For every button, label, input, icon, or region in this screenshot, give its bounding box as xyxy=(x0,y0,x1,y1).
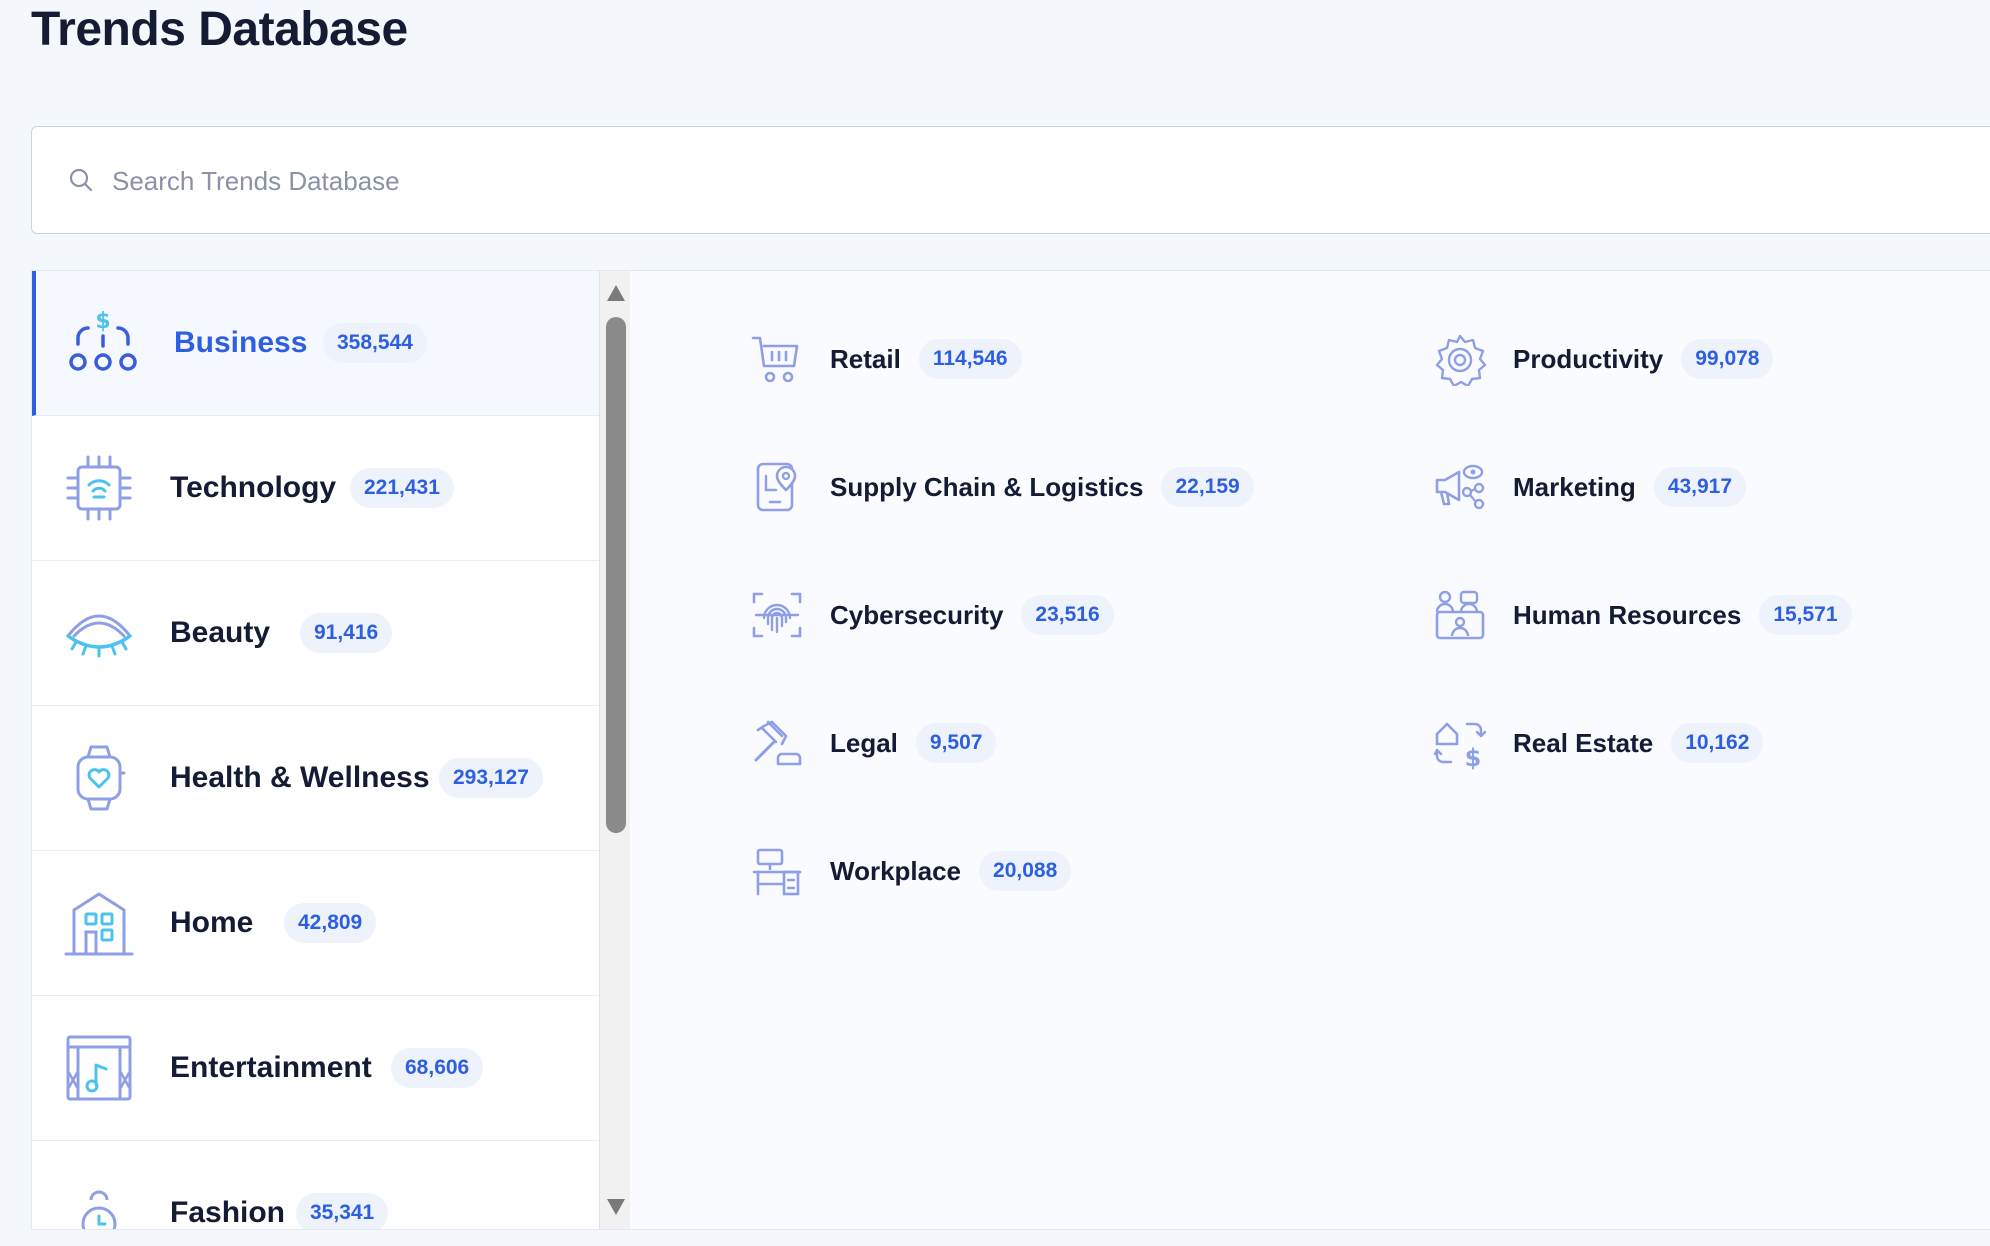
trends-panel: $ Business 358,544 Technology 221,431 Be… xyxy=(31,270,1990,1230)
subcategory-item-productivity[interactable]: Productivity 99,078 xyxy=(1433,329,1774,389)
house-dollar-icon: $ xyxy=(1433,722,1487,770)
subcategory-count-badge: 99,078 xyxy=(1681,339,1774,379)
category-list: $ Business 358,544 Technology 221,431 Be… xyxy=(32,271,599,1229)
subcategory-label: Retail xyxy=(830,343,901,374)
business-icon: $ xyxy=(69,309,137,371)
subcategory-item-legal[interactable]: Legal 9,507 xyxy=(750,713,997,773)
subcategory-label: Legal xyxy=(830,727,898,758)
category-item-technology[interactable]: Technology 221,431 xyxy=(32,416,599,561)
subcategory-item-retail[interactable]: Retail 114,546 xyxy=(750,329,1022,389)
fingerprint-icon xyxy=(752,592,802,638)
smartwatch-heart-icon xyxy=(76,745,126,811)
subcategory-label: Marketing xyxy=(1513,471,1636,502)
search-bar[interactable] xyxy=(31,126,1990,234)
scroll-down-arrow-icon[interactable] xyxy=(607,1199,625,1215)
search-input[interactable] xyxy=(112,155,1012,207)
category-count-badge: 68,606 xyxy=(391,1048,484,1088)
eyelash-icon xyxy=(66,614,132,658)
subcategory-label: Productivity xyxy=(1513,343,1664,374)
gear-icon xyxy=(1435,334,1487,386)
svg-text:$: $ xyxy=(1465,744,1482,770)
people-icon xyxy=(1435,590,1485,640)
subcategory-item-supply-chain-logistics[interactable]: Supply Chain & Logistics 22,159 xyxy=(750,457,1254,517)
category-item-fashion[interactable]: Fashion 35,341 xyxy=(32,1141,599,1229)
stage-music-icon xyxy=(66,1035,132,1101)
handbag-icon xyxy=(81,1190,117,1229)
subcategory-label: Real Estate xyxy=(1513,727,1654,758)
subcategory-count-badge: 43,917 xyxy=(1653,467,1747,507)
subcategory-count-badge: 114,546 xyxy=(918,339,1022,379)
subcategory-grid: Retail 114,546 Productivity 99,078 Suppl… xyxy=(630,271,1990,1229)
subcategory-item-human-resources[interactable]: Human Resources 15,571 xyxy=(1433,585,1852,645)
subcategory-count-badge: 22,159 xyxy=(1161,467,1254,507)
category-item-beauty[interactable]: Beauty 91,416 xyxy=(32,561,599,706)
category-item-entertainment[interactable]: Entertainment 68,606 xyxy=(32,996,599,1141)
scroll-up-arrow-icon[interactable] xyxy=(607,285,625,301)
category-item-business[interactable]: $ Business 358,544 xyxy=(32,271,599,416)
subcategory-item-cybersecurity[interactable]: Cybersecurity 23,516 xyxy=(750,585,1114,645)
category-count-badge: 35,341 xyxy=(296,1193,389,1229)
page-title: Trends Database xyxy=(31,3,408,56)
search-icon xyxy=(69,168,93,192)
subcategory-item-workplace[interactable]: Workplace 20,088 xyxy=(750,841,1072,901)
category-item-home[interactable]: Home 42,809 xyxy=(32,851,599,996)
chip-icon xyxy=(66,455,132,521)
subcategory-item-real-estate[interactable]: $ Real Estate 10,162 xyxy=(1433,713,1764,773)
category-scrollbar[interactable] xyxy=(599,271,630,1229)
category-label: Beauty xyxy=(170,616,271,649)
category-label: Fashion xyxy=(170,1196,286,1229)
subcategory-item-marketing[interactable]: Marketing 43,917 xyxy=(1433,457,1747,517)
category-label: Business xyxy=(174,326,308,359)
subcategory-label: Workplace xyxy=(830,855,962,886)
subcategory-count-badge: 10,162 xyxy=(1671,723,1764,763)
megaphone-icon xyxy=(1435,464,1485,510)
category-count-badge: 42,809 xyxy=(284,903,377,943)
subcategory-count-badge: 20,088 xyxy=(979,851,1072,891)
subcategory-label: Supply Chain & Logistics xyxy=(830,471,1144,502)
category-count-badge: 91,416 xyxy=(300,613,393,653)
scrollbar-thumb[interactable] xyxy=(606,317,626,833)
category-label: Entertainment xyxy=(170,1051,372,1084)
category-count-badge: 221,431 xyxy=(350,468,454,508)
subcategory-label: Cybersecurity xyxy=(830,599,1004,630)
map-pin-phone-icon xyxy=(756,462,797,512)
category-label: Technology xyxy=(170,471,337,504)
house-icon xyxy=(64,892,134,956)
category-item-health-wellness[interactable]: Health & Wellness 293,127 xyxy=(32,706,599,851)
category-count-badge: 293,127 xyxy=(439,758,543,798)
gavel-icon xyxy=(754,720,802,766)
subcategory-count-badge: 15,571 xyxy=(1759,595,1852,635)
category-label: Home xyxy=(170,906,254,939)
cart-icon xyxy=(751,336,799,383)
category-label: Health & Wellness xyxy=(170,761,430,794)
category-count-badge: 358,544 xyxy=(323,323,427,363)
subcategory-label: Human Resources xyxy=(1513,599,1742,630)
svg-text:$: $ xyxy=(95,309,110,334)
desk-icon xyxy=(752,848,802,896)
subcategory-count-badge: 23,516 xyxy=(1021,595,1114,635)
subcategory-count-badge: 9,507 xyxy=(915,723,997,763)
